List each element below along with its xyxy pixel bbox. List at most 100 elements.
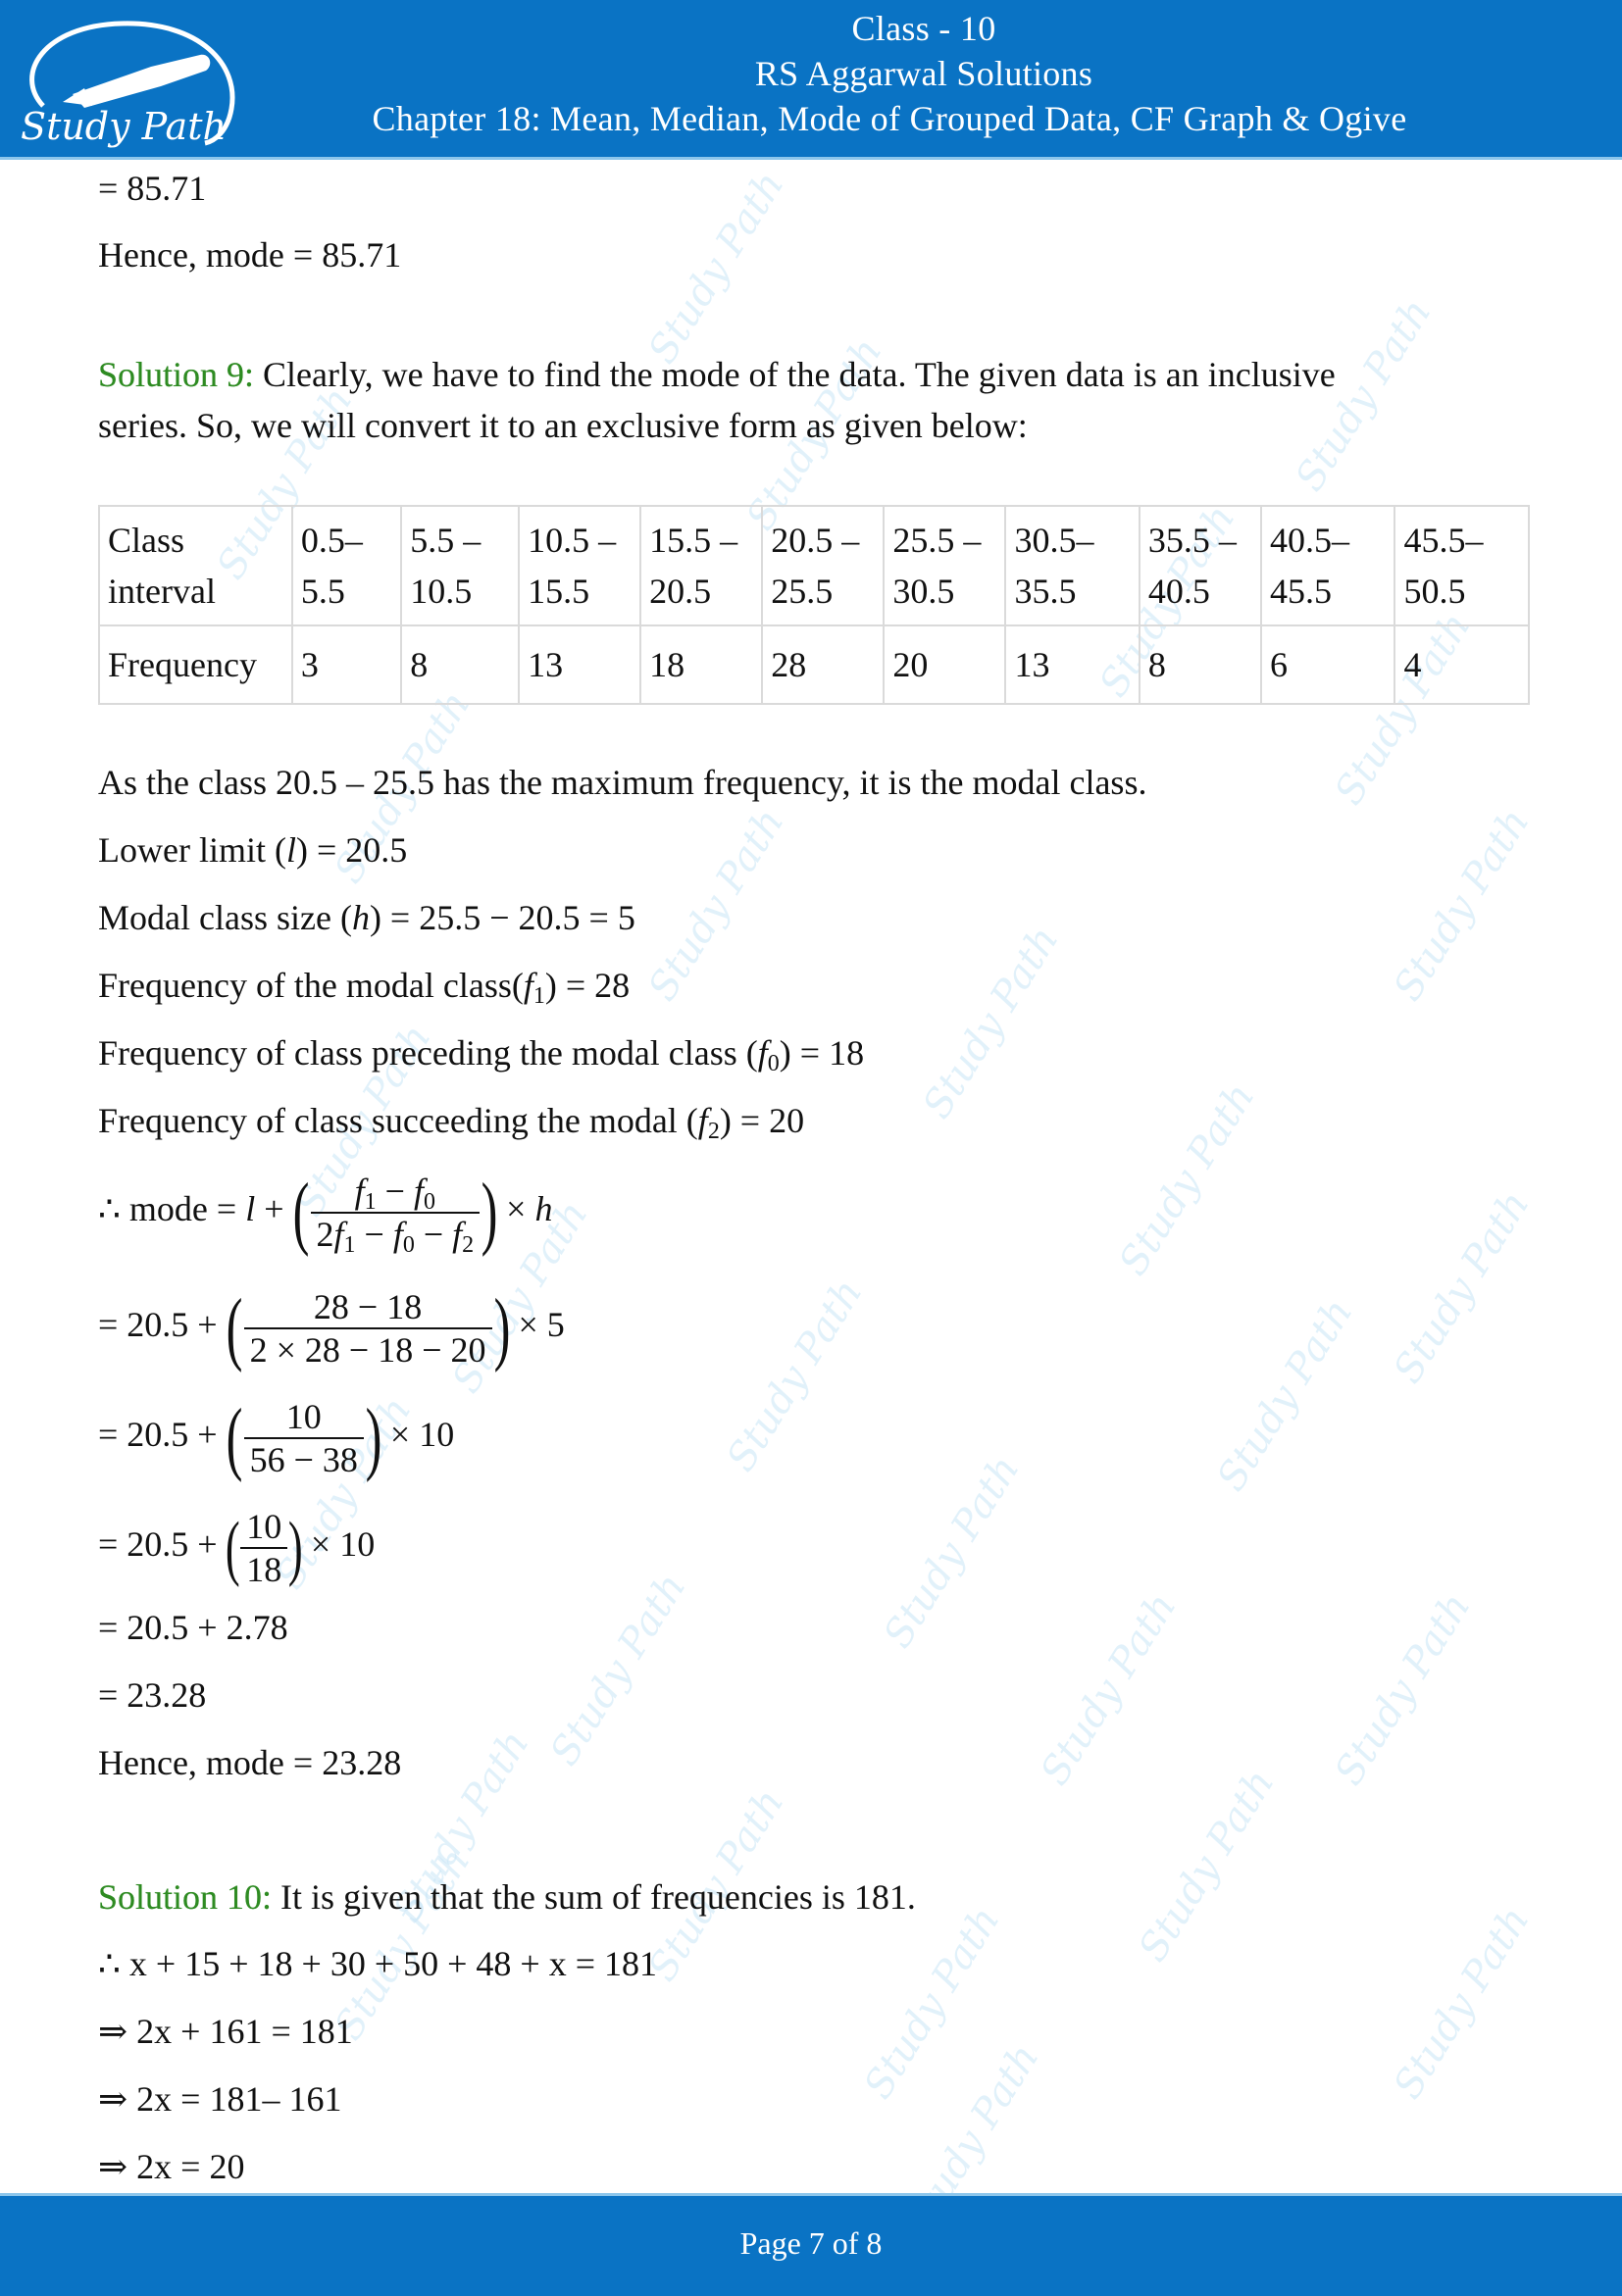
header-class: Class - 10 — [851, 9, 996, 48]
interval-end: 5.5 — [300, 572, 345, 611]
prev-result-line: = 85.71 — [98, 169, 207, 208]
page-number: Page 7 of 8 — [739, 2225, 883, 2261]
frequency-cell: 28 — [761, 624, 886, 705]
text: Frequency of class succeeding the modal … — [98, 1101, 698, 1140]
frequency-cell: 13 — [518, 624, 642, 705]
watermark-text: Study Path — [639, 801, 793, 1009]
step4: = 20.5 + 2.78 — [98, 1608, 288, 1647]
fraction: 10 56 − 38 — [243, 1396, 364, 1480]
text: ∴ mode = — [98, 1189, 246, 1228]
text: ) = 25.5 − 20.5 = 5 — [369, 898, 635, 937]
paren: ( — [226, 1281, 242, 1373]
text: Frequency of class preceding the modal c… — [98, 1033, 758, 1073]
page-header: Study Path Class - 10 RS Aggarwal Soluti… — [0, 0, 1622, 160]
interval-end: 30.5 — [892, 572, 955, 611]
watermark-text: Study Path — [639, 164, 793, 372]
solution9-intro-line1: Solution 9: Clearly, we have to find the… — [98, 353, 1336, 396]
row-header-frequency: Frequency — [98, 624, 293, 705]
paren: ) — [481, 1166, 498, 1258]
interval-end: 20.5 — [649, 572, 712, 611]
watermark-text: Study Path — [1326, 1585, 1480, 1793]
text: × 10 — [380, 1415, 455, 1454]
var-h: h — [351, 898, 370, 937]
watermark-text: Study Path — [875, 1448, 1029, 1656]
interval-start: 35.5 – — [1147, 521, 1237, 560]
eq1: ∴ x + 15 + 18 + 30 + 50 + 48 + x = 181 — [98, 1944, 658, 1983]
denominator: 56 − 38 — [243, 1436, 364, 1480]
paren: ) — [493, 1281, 510, 1373]
header-book: RS Aggarwal Solutions — [754, 54, 1093, 93]
solution10-intro-text: It is given that the sum of frequencies … — [272, 1877, 916, 1917]
interval-end: 35.5 — [1014, 572, 1077, 611]
paren: ) — [365, 1391, 382, 1483]
study-path-logo-icon: Study Path — [21, 21, 235, 148]
numerator: 10 — [285, 1396, 322, 1436]
text: = 20.5 + — [98, 1305, 227, 1344]
numerator: 28 − 18 — [313, 1286, 423, 1326]
text: Modal class size ( — [98, 898, 352, 937]
interval-start: 25.5 – — [892, 521, 982, 560]
interval-start: 45.5– — [1403, 521, 1484, 560]
class-interval-cell: 40.5– 45.5 — [1259, 505, 1396, 626]
subscript: 1 — [532, 983, 545, 1009]
solution9-result: Hence, mode = 23.28 — [98, 1743, 402, 1782]
class-interval-cell: 30.5– 35.5 — [1004, 505, 1140, 626]
interval-end: 25.5 — [771, 572, 834, 611]
interval-end: 15.5 — [528, 572, 590, 611]
text: ) = 28 — [544, 966, 631, 1005]
paren: ( — [225, 1507, 240, 1588]
eq3: ⇒ 2x = 181– 161 — [98, 2079, 342, 2119]
paren: ) — [288, 1507, 303, 1588]
watermark-text: Study Path — [1385, 1899, 1539, 2107]
frequency-cell: 18 — [639, 624, 764, 705]
interval-end: 10.5 — [410, 572, 473, 611]
class-interval-cell: 0.5– 5.5 — [290, 505, 403, 626]
mode-formula: ∴ mode = l + (f1 − f0 2f1 − f0 − f2) × h — [98, 1166, 553, 1258]
fraction: 10 18 — [240, 1506, 288, 1590]
class-interval-cell: 5.5 – 10.5 — [400, 505, 521, 626]
row-header-class-interval: Class interval — [98, 505, 293, 626]
solution9-intro-line2: series. So, we will convert it to an exc… — [98, 406, 1028, 445]
interval-end: 45.5 — [1269, 572, 1332, 611]
eq2: ⇒ 2x + 161 = 181 — [98, 2012, 353, 2051]
text: ) = 20.5 — [295, 830, 408, 870]
table-row-class-interval: Class interval 0.5– 5.5 5.5 – 10.5 10.5 – 15.… — [98, 505, 1530, 626]
f2-line: Frequency of class succeeding the modal … — [98, 1099, 804, 1143]
header-chapter: Chapter 18: Mean, Median, Mode of Groupe… — [372, 99, 1407, 138]
step3: = 20.5 + (10 18) × 10 — [98, 1500, 375, 1590]
class-interval-cell: 35.5 – 40.5 — [1138, 505, 1262, 626]
frequency-cell: 3 — [290, 624, 403, 705]
denominator: 18 — [240, 1546, 288, 1590]
interval-start: 30.5– — [1014, 521, 1094, 560]
text: = 20.5 + — [98, 1524, 227, 1564]
watermark-text: Study Path — [1385, 1183, 1539, 1391]
step1: = 20.5 + (28 − 18 2 × 28 − 18 − 20) × 5 — [98, 1280, 565, 1371]
modal-class-statement: As the class 20.5 – 25.5 has the maximum… — [98, 763, 1147, 802]
text: = 20.5 + — [98, 1415, 227, 1454]
step2: = 20.5 + (10 56 − 38) × 10 — [98, 1390, 454, 1480]
var-f: f — [757, 1033, 768, 1073]
var-f: f — [697, 1101, 708, 1140]
watermark-text: Study Path — [541, 1566, 695, 1773]
page-footer: Page 7 of 8 — [0, 2193, 1622, 2296]
interval-end: 40.5 — [1147, 572, 1210, 611]
watermark-text: Study Path — [855, 1899, 1009, 2107]
frequency-cell: 4 — [1394, 624, 1530, 705]
text: × 10 — [301, 1524, 376, 1564]
class-interval-cell: 20.5 – 25.5 — [761, 505, 886, 626]
watermark-text: Study Path — [1130, 1762, 1284, 1970]
interval-start: 20.5 – — [771, 521, 860, 560]
watermark-text: Study Path — [718, 1272, 872, 1479]
interval-start: 40.5– — [1269, 521, 1349, 560]
frequency-cell: 8 — [400, 624, 521, 705]
text: × 5 — [509, 1305, 565, 1344]
solution10-label: Solution 10: — [98, 1877, 273, 1917]
lower-limit-line: Lower limit (l) = 20.5 — [98, 828, 407, 872]
solution9-label: Solution 9: — [98, 355, 255, 394]
var-l: l — [285, 830, 296, 870]
class-interval-cell: 25.5 – 30.5 — [883, 505, 1007, 626]
denominator: 2 × 28 − 18 − 20 — [243, 1326, 492, 1371]
interval-start: 10.5 – — [528, 521, 617, 560]
watermark-text: Study Path — [1032, 1585, 1186, 1793]
frequency-cell: 6 — [1259, 624, 1396, 705]
